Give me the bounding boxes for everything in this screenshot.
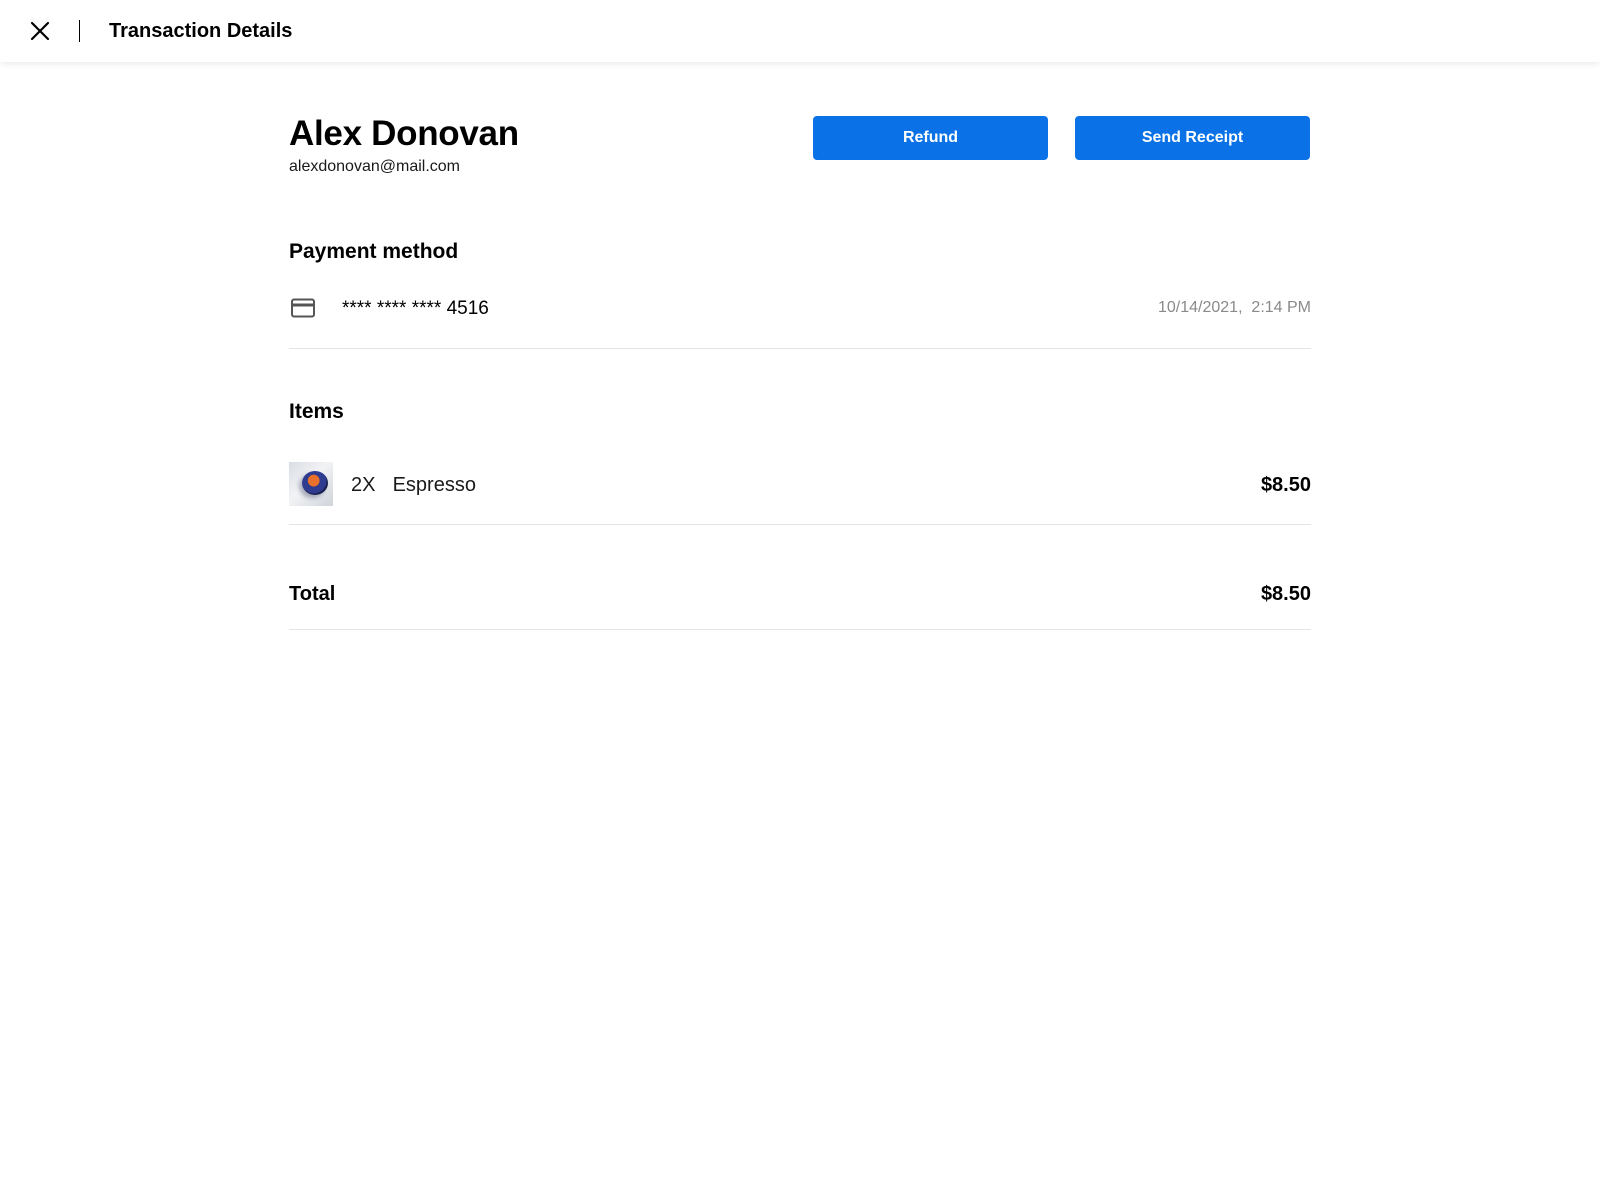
- top-bar: Transaction Details: [0, 0, 1600, 62]
- page-title: Transaction Details: [109, 20, 293, 42]
- header-divider: [79, 20, 80, 42]
- payment-method-heading: Payment method: [289, 240, 459, 263]
- payment-method-row: **** **** **** 4516 10/14/2021, 2:14 PM: [289, 290, 1311, 349]
- customer-email: alexdonovan@mail.com: [289, 158, 460, 175]
- send-receipt-button[interactable]: Send Receipt: [1075, 116, 1310, 160]
- items-heading: Items: [289, 400, 344, 423]
- close-icon[interactable]: [28, 19, 52, 43]
- total-label: Total: [289, 583, 336, 605]
- customer-name: Alex Donovan: [289, 114, 519, 153]
- total-value: $8.50: [1260, 583, 1311, 605]
- refund-button[interactable]: Refund: [813, 116, 1048, 160]
- credit-card-icon: [291, 298, 315, 318]
- item-price: $8.50: [1260, 474, 1311, 496]
- list-item: 2X Espresso $8.50: [289, 460, 1311, 525]
- item-name: 2X Espresso: [351, 474, 476, 496]
- espresso-thumbnail: [289, 462, 333, 506]
- total-row: Total $8.50: [289, 572, 1311, 630]
- transaction-date: 10/14/2021, 2:14 PM: [1158, 299, 1311, 316]
- card-number: **** **** **** 4516: [342, 298, 489, 319]
